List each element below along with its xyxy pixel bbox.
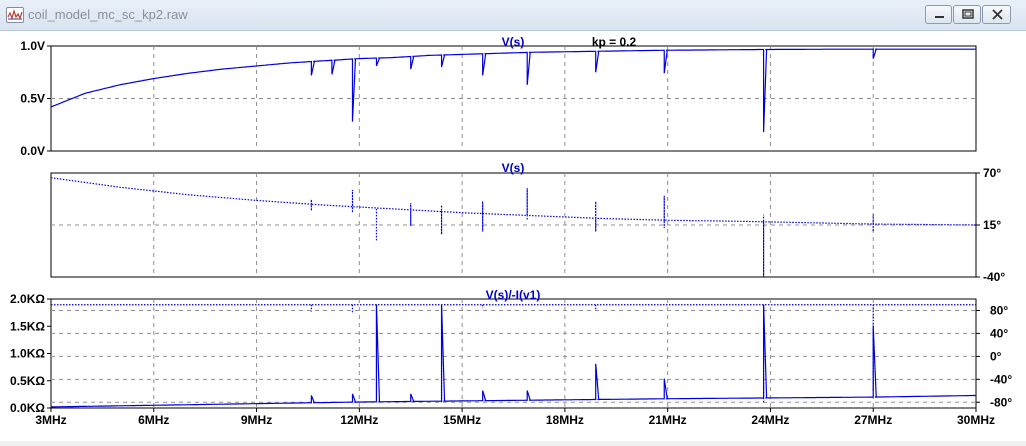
y-tick-label: 1.0V: [20, 39, 45, 53]
close-button[interactable]: [982, 5, 1011, 24]
y-tick-label: 1.0KΩ: [10, 347, 45, 361]
impedance-pane-trace: [51, 304, 976, 408]
y-tick-label: 0.0V: [20, 144, 45, 158]
y2-tick-label: -80°: [990, 395, 1012, 409]
impedance-pane-title: V(s)/-I(v1): [486, 288, 541, 302]
maximize-button[interactable]: [953, 5, 981, 24]
x-tick-label: 12MHz: [340, 413, 378, 427]
y2-tick-label: 80°: [990, 303, 1008, 317]
impedance-pane-frame: [50, 298, 977, 409]
y-tick-label: -40°: [983, 270, 1005, 284]
minimize-button[interactable]: [925, 5, 952, 24]
phase-pane-trace: [50, 177, 976, 277]
restore-icon: [962, 9, 974, 19]
y-tick-label: 0.5V: [20, 92, 45, 106]
x-tick-label: 15MHz: [443, 413, 481, 427]
magnitude-pane-title: V(s): [502, 35, 525, 49]
x-tick-label: 18MHz: [546, 413, 584, 427]
y2-tick-label: 40°: [990, 326, 1008, 340]
y-tick-label: 0.5KΩ: [10, 374, 45, 388]
y-tick-label: 15°: [983, 218, 1001, 232]
y-tick-label: 2.0KΩ: [10, 292, 45, 306]
close-icon: [992, 9, 1003, 20]
magnitude-pane-trace: [50, 48, 976, 133]
plot-window: V(s) kp = 0.2 0.0V 0.5V 1.0V V(s) 70° 15° -40° V(…: [0, 31, 1026, 441]
kp-annotation: kp = 0.2: [592, 35, 637, 49]
y-tick-label: 1.5KΩ: [10, 319, 45, 333]
x-tick-label: 24MHz: [751, 413, 789, 427]
x-tick-label: 27MHz: [854, 413, 892, 427]
waveform-app-icon: [6, 7, 24, 23]
x-tick-label: 6MHz: [138, 413, 169, 427]
y2-tick-label: -40°: [990, 372, 1012, 386]
phase-pane-title: V(s): [502, 161, 525, 175]
window-title: coil_model_mc_sc_kp2.raw: [28, 7, 188, 22]
minimize-icon: [935, 16, 944, 18]
x-tick-label: 21MHz: [649, 413, 687, 427]
x-tick-label: 9MHz: [241, 413, 272, 427]
x-tick-label: 30MHz: [957, 413, 995, 427]
waveform-plots: V(s) kp = 0.2 0.0V 0.5V 1.0V V(s) 70° 15° -40° V(…: [10, 35, 1012, 427]
y-tick-label: 70°: [983, 166, 1001, 180]
x-tick-label: 3MHz: [35, 413, 66, 427]
y2-tick-label: 0°: [990, 349, 1002, 363]
title-bar: coil_model_mc_sc_kp2.raw: [0, 0, 1026, 31]
